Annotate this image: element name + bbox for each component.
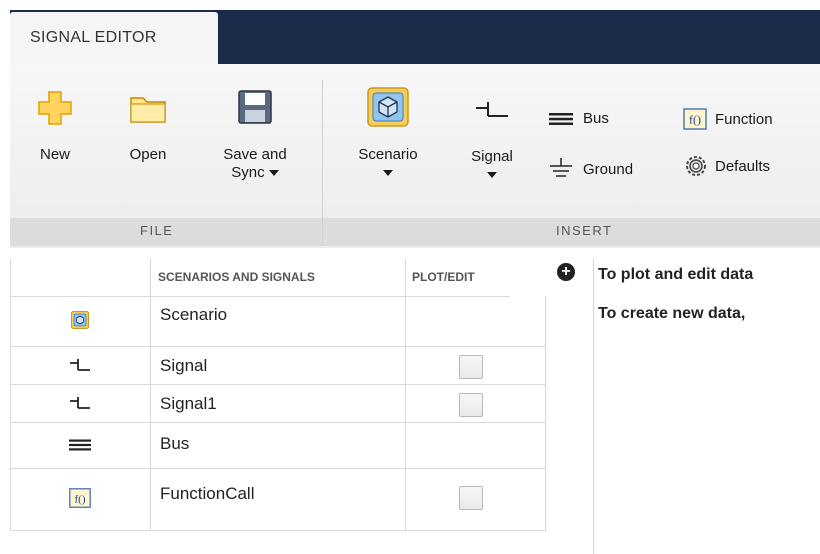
folder-icon xyxy=(130,97,166,123)
open-label: Open xyxy=(129,146,167,163)
panel-message-create: To create new data, xyxy=(598,305,746,322)
function-icon: f() xyxy=(69,488,91,508)
table-header-plot: PLOT/EDIT xyxy=(412,258,475,296)
bus-label: Bus xyxy=(583,110,609,127)
scenario-icon xyxy=(367,87,409,127)
row-label: Bus xyxy=(160,434,190,453)
save-label-line2: Sync xyxy=(200,164,310,182)
row-label: Signal1 xyxy=(160,394,217,413)
defaults-label: Defaults xyxy=(715,157,771,175)
scenario-button[interactable]: Scenario xyxy=(340,86,436,182)
function-label: Function xyxy=(715,110,773,128)
scenario-icon xyxy=(71,311,89,329)
grid-line xyxy=(10,422,546,423)
signal-icon xyxy=(70,397,90,409)
ground-label: Ground xyxy=(583,160,634,178)
file-group-label: FILE xyxy=(140,223,174,238)
chevron-down-icon xyxy=(487,171,497,178)
row-label: Scenario xyxy=(160,305,228,324)
bus-button[interactable]: Bus xyxy=(547,110,609,127)
signal-label: Signal xyxy=(471,148,513,165)
function-button[interactable]: f() Function xyxy=(683,108,773,130)
add-icon[interactable]: + xyxy=(557,263,575,281)
table-header-name: SCENARIOS AND SIGNALS xyxy=(158,258,315,296)
chevron-down-icon xyxy=(383,169,393,176)
signal-icon xyxy=(476,102,508,117)
grid-line xyxy=(10,530,546,531)
tab-strip: SIGNAL EDITOR xyxy=(0,0,820,64)
scenario-label: Scenario xyxy=(358,146,418,163)
bus-icon xyxy=(549,112,573,125)
plot-edit-checkbox[interactable] xyxy=(459,393,483,417)
open-button[interactable]: Open xyxy=(118,90,178,164)
signal-button[interactable]: Signal xyxy=(452,98,532,184)
tab-label: SIGNAL EDITOR xyxy=(30,29,157,46)
save-and-sync-button[interactable]: Save and Sync xyxy=(200,88,310,182)
row-label: Signal xyxy=(160,356,208,375)
grid-line xyxy=(10,296,510,297)
chevron-down-icon xyxy=(268,170,279,177)
bus-icon xyxy=(69,439,91,451)
tab-signal-editor[interactable]: SIGNAL EDITOR xyxy=(10,12,218,64)
grid-line xyxy=(545,296,546,530)
panel-message-plot: To plot and edit data xyxy=(598,266,754,283)
grid-line xyxy=(10,468,546,469)
table-header-icon-col xyxy=(10,258,150,296)
row-label: FunctionCall xyxy=(160,484,255,503)
svg-text:f(): f() xyxy=(689,113,701,127)
function-icon: f() xyxy=(683,108,707,130)
save-label-line1: Save and xyxy=(223,146,287,163)
insert-group-label: INSERT xyxy=(556,223,613,238)
grid-line xyxy=(10,258,11,530)
ground-button[interactable]: Ground xyxy=(547,157,633,181)
plot-edit-checkbox[interactable] xyxy=(459,355,483,379)
ground-icon xyxy=(550,158,572,177)
plot-panel xyxy=(593,258,820,554)
gear-icon xyxy=(686,156,706,176)
svg-text:f(): f() xyxy=(75,494,86,506)
save-icon xyxy=(238,90,272,124)
grid-line xyxy=(10,384,546,385)
signal-icon xyxy=(70,359,90,371)
plus-icon xyxy=(38,91,72,125)
grid-line xyxy=(150,258,151,530)
grid-line xyxy=(10,346,546,347)
grid-line xyxy=(405,258,406,530)
new-button[interactable]: New xyxy=(30,90,80,164)
new-label: New xyxy=(39,146,70,163)
defaults-button[interactable]: Defaults xyxy=(685,155,770,177)
plot-edit-checkbox[interactable] xyxy=(459,486,483,510)
